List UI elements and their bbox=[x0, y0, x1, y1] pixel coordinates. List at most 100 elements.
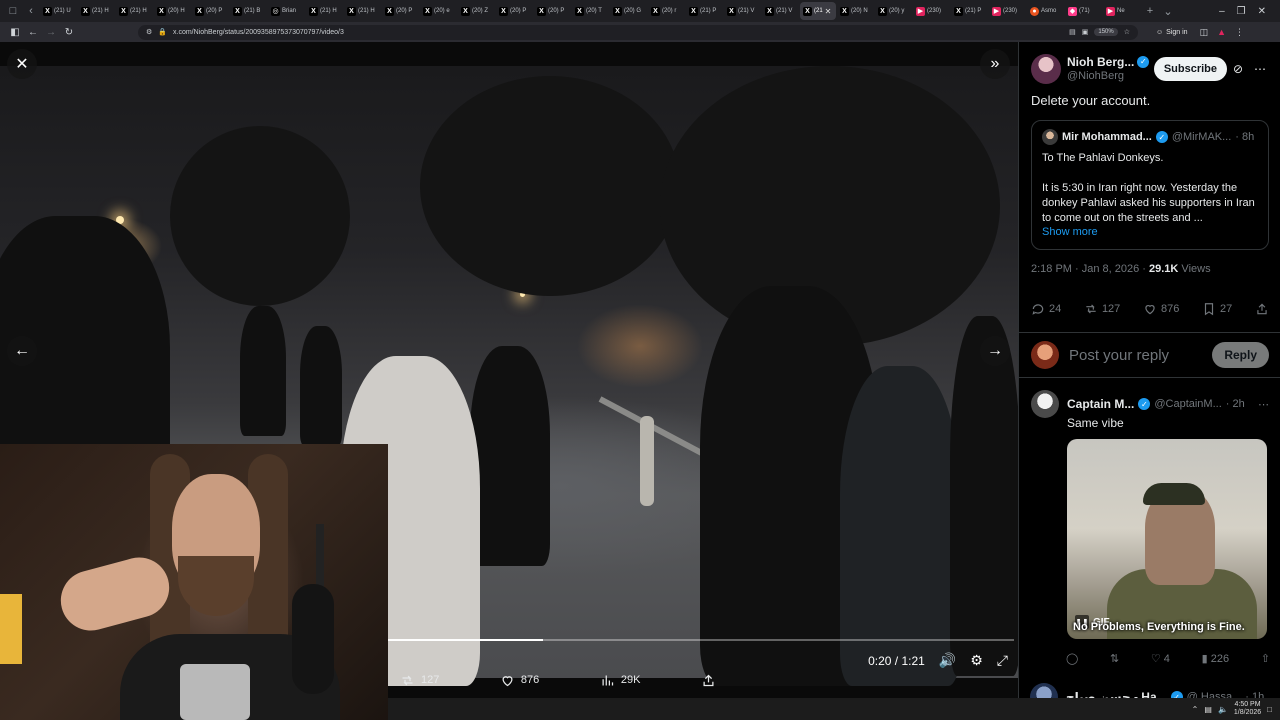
x-logo-icon: X bbox=[347, 6, 356, 16]
browser-tab[interactable]: X (20) P bbox=[496, 2, 533, 20]
close-viewer-button[interactable]: ✕ bbox=[7, 49, 37, 79]
post-timestamp[interactable]: 2:18 PM · Jan 8, 2026 · bbox=[1031, 263, 1149, 275]
browser-tab[interactable]: X (21) B bbox=[230, 2, 267, 20]
bookmark-star-icon[interactable]: ☆ bbox=[1124, 28, 1130, 36]
post-author-row: Nioh Berg... ✓ @NiohBerg Subscribe ⊘ ⋯ bbox=[1031, 52, 1271, 86]
share-stat-button[interactable] bbox=[1255, 302, 1269, 316]
browser-tab[interactable]: ▶ Ne bbox=[1103, 2, 1140, 20]
zoom-level[interactable]: 150% bbox=[1094, 28, 1118, 36]
browser-tab[interactable]: X (20) G bbox=[610, 2, 647, 20]
like-stat-button[interactable]: 876 bbox=[1143, 302, 1179, 316]
tab-search-icon[interactable]: ⌄ bbox=[1159, 2, 1177, 20]
x-logo-icon: X bbox=[840, 6, 849, 16]
browser-tab[interactable]: X (20) N bbox=[837, 2, 874, 20]
reply-retweet-icon[interactable]: ⇅ bbox=[1110, 652, 1119, 665]
extensions-icon[interactable]: ◫ bbox=[1200, 27, 1209, 38]
browser-tab[interactable]: ● Asmo bbox=[1027, 2, 1064, 20]
browser-tab[interactable]: X (21) V bbox=[724, 2, 761, 20]
next-media-button[interactable]: → bbox=[980, 336, 1010, 366]
browser-tab[interactable]: ▶ (230) bbox=[989, 2, 1026, 20]
reply-views-button[interactable]: ▮ 226 bbox=[1202, 652, 1229, 665]
tab-scroll-left-icon[interactable]: ‹ bbox=[22, 2, 40, 20]
author-info[interactable]: Nioh Berg... ✓ @NiohBerg bbox=[1067, 55, 1150, 83]
x-logo-icon: X bbox=[878, 6, 887, 16]
browser-tab[interactable]: X (21) H bbox=[306, 2, 343, 20]
browser-tab[interactable]: X (21) P bbox=[686, 2, 723, 20]
reply-author-avatar[interactable] bbox=[1031, 390, 1059, 418]
menu-icon[interactable]: ⋮ bbox=[1235, 27, 1244, 38]
reply-input[interactable]: Post your reply bbox=[1069, 347, 1169, 364]
browser-tab[interactable]: X (20) Z bbox=[458, 2, 495, 20]
reply-like-button[interactable]: ♡ 4 bbox=[1151, 652, 1170, 665]
more-options-icon[interactable]: ⋯ bbox=[1249, 62, 1271, 76]
browser-tab[interactable]: X (21) H bbox=[116, 2, 153, 20]
collapse-panel-button[interactable]: » bbox=[980, 49, 1010, 79]
restore-icon[interactable]: ❐ bbox=[1237, 6, 1246, 17]
reply-reply-icon[interactable]: ◯ bbox=[1066, 652, 1078, 665]
retweet-stat-button[interactable]: 127 bbox=[1084, 302, 1120, 316]
browser-tab[interactable]: ◎ Brian bbox=[268, 2, 305, 20]
show-more-link[interactable]: Show more bbox=[1042, 226, 1258, 238]
fullscreen-icon[interactable]: ⤢ bbox=[997, 652, 1008, 669]
previous-media-button[interactable]: ← bbox=[7, 336, 37, 366]
browser-tab[interactable]: X (20) e bbox=[420, 2, 457, 20]
viewer-like-button[interactable]: 876 bbox=[500, 673, 539, 688]
reply-button[interactable]: Reply bbox=[1212, 342, 1269, 368]
viewer-share-button[interactable] bbox=[701, 673, 716, 688]
bookmark-stat-button[interactable]: 27 bbox=[1202, 302, 1232, 316]
screen: □ ‹ X (21) U X (21) H X (21) H X (20) H X (20) PX… bbox=[0, 0, 1280, 720]
volume-icon[interactable]: 🔊 bbox=[939, 652, 956, 669]
quoted-post[interactable]: Mir Mohammad... ✓ @MirMAK... · 8h To The… bbox=[1031, 120, 1269, 250]
grok-icon[interactable]: ⊘ bbox=[1227, 62, 1249, 76]
close-tab-icon[interactable]: ✕ bbox=[825, 7, 832, 16]
browser-tab[interactable]: X (21) V bbox=[762, 2, 799, 20]
browser-tab[interactable]: X (20) y bbox=[875, 2, 912, 20]
reply-post[interactable]: Captain M... ✓ @CaptainM... · 2h ⋯ Same … bbox=[1019, 390, 1280, 430]
settings-gear-icon[interactable]: ⚙ bbox=[970, 652, 983, 669]
volume-tray-icon[interactable]: 🔈 bbox=[1218, 705, 1228, 714]
browser-tab[interactable]: X (20) P bbox=[382, 2, 419, 20]
browser-tab[interactable]: X (21) P bbox=[951, 2, 988, 20]
screenshot-icon[interactable]: ▣ bbox=[1082, 28, 1089, 36]
reply-author-name[interactable]: Captain M... bbox=[1067, 397, 1134, 411]
tab-list-icon[interactable]: □ bbox=[4, 2, 22, 20]
browser-tab[interactable]: X (20) H bbox=[154, 2, 191, 20]
x-logo-icon: X bbox=[689, 6, 698, 16]
browser-tab[interactable]: X (20) P bbox=[534, 2, 571, 20]
browser-tab[interactable]: X (21) U bbox=[40, 2, 77, 20]
reply-stat-button[interactable]: 24 bbox=[1031, 302, 1061, 316]
network-icon[interactable]: ▤ bbox=[1204, 705, 1212, 714]
forward-icon[interactable]: → bbox=[42, 27, 60, 38]
url-field[interactable]: ⚙ 🔒 x.com/NiohBerg/status/20093589753730… bbox=[138, 24, 1138, 40]
reload-icon[interactable]: ↻ bbox=[60, 27, 78, 38]
reply-share-icon[interactable]: ⇧ bbox=[1261, 652, 1270, 665]
subscribe-button[interactable]: Subscribe bbox=[1153, 57, 1227, 81]
system-clock[interactable]: 4:50 PM 1/8/2026 bbox=[1234, 701, 1261, 717]
sign-in-button[interactable]: ☺ Sign in bbox=[1156, 29, 1188, 36]
browser-tab[interactable]: ▶ (230) bbox=[913, 2, 950, 20]
new-tab-button[interactable]: + bbox=[1141, 2, 1159, 20]
browser-tab[interactable]: ◆ (71) bbox=[1065, 2, 1102, 20]
site-info-icon[interactable]: ⚙ bbox=[146, 28, 152, 36]
author-avatar[interactable] bbox=[1031, 54, 1061, 84]
browser-tab-label: (230) bbox=[1003, 8, 1018, 14]
browser-tab[interactable]: X (20) r bbox=[648, 2, 685, 20]
browser-tab[interactable]: X (21 ✕ bbox=[800, 2, 836, 20]
reader-icon[interactable]: ▤ bbox=[1069, 28, 1076, 36]
notification-icon[interactable]: □ bbox=[1267, 705, 1272, 714]
more-options-icon[interactable]: ⋯ bbox=[1258, 398, 1269, 411]
viewer-views-button[interactable]: 29K bbox=[600, 673, 640, 688]
minimize-icon[interactable]: – bbox=[1219, 6, 1225, 17]
back-icon[interactable]: ← bbox=[24, 27, 42, 38]
browser-tab[interactable]: X (20) P bbox=[192, 2, 229, 20]
browser-tab[interactable]: X (21) H bbox=[344, 2, 381, 20]
extension-badge-icon[interactable]: ▲ bbox=[1217, 27, 1226, 38]
viewer-retweet-button[interactable]: 127 bbox=[400, 673, 439, 688]
browser-tab[interactable]: X (20) T bbox=[572, 2, 609, 20]
sidebar-toggle-icon[interactable]: ◧ bbox=[6, 27, 24, 38]
reply-gif[interactable]: ❚❚ GIF No Problems, Everything is Fine. bbox=[1067, 439, 1267, 639]
tray-expand-icon[interactable]: ⌃ bbox=[1192, 705, 1199, 714]
browser-tab[interactable]: X (21) H bbox=[78, 2, 115, 20]
close-window-icon[interactable]: ✕ bbox=[1258, 6, 1266, 17]
video-progress-bar[interactable] bbox=[388, 639, 1014, 641]
